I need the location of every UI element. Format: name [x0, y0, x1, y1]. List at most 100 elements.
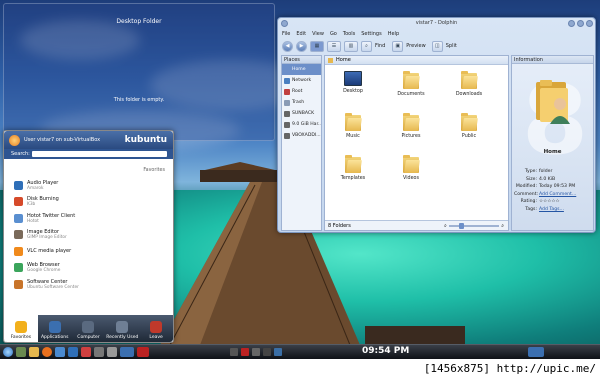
battery-icon[interactable]	[263, 348, 271, 356]
icons-view-button[interactable]: ▦	[310, 40, 324, 52]
place-item[interactable]: Root	[282, 86, 321, 97]
flag-icon[interactable]	[137, 347, 149, 357]
info-link[interactable]: Add Tags...	[539, 207, 593, 212]
file-item[interactable]: Videos	[388, 155, 434, 181]
file-item[interactable]: Pictures	[388, 113, 434, 139]
menu-go[interactable]: Go	[330, 30, 337, 38]
menu-edit[interactable]: Edit	[296, 30, 306, 38]
file-label: Public	[461, 134, 477, 139]
minimize-icon[interactable]	[577, 20, 584, 27]
find-button[interactable]: Find	[375, 43, 385, 49]
network-icon[interactable]	[230, 348, 238, 356]
tab-favorites[interactable]: Favorites	[4, 315, 38, 342]
kickoff-launcher[interactable]: User vistar7 on xub-VirtualBox kubuntu S…	[3, 130, 174, 343]
tab-favorites-label: Favorites	[10, 335, 32, 340]
favorite-item[interactable]: Hotot Twitter Client Hotot	[14, 210, 169, 227]
tab-leave[interactable]: Leave	[139, 315, 173, 342]
zoom-slider[interactable]: ⌕ ⌕	[444, 223, 504, 229]
favorite-item[interactable]: Web Browser Google Chrome	[14, 260, 169, 277]
window-thumbnail-icon[interactable]	[528, 347, 544, 357]
file-label: Downloads	[455, 92, 483, 97]
file-item[interactable]: Templates	[330, 155, 376, 181]
menu-tools[interactable]: Tools	[343, 30, 355, 38]
app-name: VLC media player	[27, 248, 72, 255]
desktop-pager-icon[interactable]	[120, 347, 134, 357]
clock-icon	[116, 321, 129, 333]
menu-help[interactable]: Help	[388, 30, 399, 38]
split-button[interactable]: Split	[446, 43, 457, 49]
place-item[interactable]: Home	[282, 64, 321, 75]
favorite-item[interactable]: Disk Burning K3b	[14, 194, 169, 211]
favorite-item[interactable]: Image Editor GIMP Image Editor	[14, 227, 169, 244]
file-view[interactable]: Home Desktop Documents Downloads Music Pictu…	[324, 55, 509, 231]
place-item[interactable]: VBOXADDI...	[282, 130, 321, 141]
details-view-button[interactable]: ☰	[327, 40, 341, 52]
tab-computer[interactable]: Computer	[72, 315, 106, 342]
file-item[interactable]: Public	[446, 113, 492, 139]
place-item[interactable]: Network	[282, 75, 321, 86]
app-icon[interactable]	[281, 20, 288, 27]
file-grid: Desktop Documents Downloads Music Pictures Pu…	[325, 68, 510, 213]
help-icon[interactable]	[568, 20, 575, 27]
back-button[interactable]: ◀	[282, 40, 293, 52]
terminal-icon[interactable]	[94, 347, 104, 357]
favorites-heading: Favorites	[143, 168, 165, 173]
desktop-folder-widget[interactable]: Desktop Folder This folder is empty.	[3, 3, 275, 141]
media-player-icon[interactable]	[68, 347, 78, 357]
info-property: Type: folder	[514, 169, 593, 174]
show-desktop-icon[interactable]	[16, 347, 26, 357]
window-titlebar[interactable]: vistar7 - Dolphin	[278, 18, 595, 29]
tab-recently-used[interactable]: Recently Used	[105, 315, 139, 342]
chrome-icon[interactable]	[81, 347, 91, 357]
menu-view[interactable]: View	[312, 30, 324, 38]
keyboard-layout-icon[interactable]	[241, 348, 249, 356]
kubuntu-logo: kubuntu	[124, 135, 167, 145]
desktop-folder-empty-text: This folder is empty.	[113, 97, 165, 103]
split-icon[interactable]: ◫	[431, 40, 443, 52]
place-item[interactable]: SUNBACK	[282, 108, 321, 119]
clock[interactable]: 09:54 PM	[362, 346, 409, 356]
zoom-out-icon[interactable]: ⌕	[444, 221, 447, 231]
search-input[interactable]	[32, 151, 167, 157]
updates-icon[interactable]	[274, 348, 282, 356]
info-property: Comment: Add Comment...	[514, 192, 593, 197]
zoom-in-icon[interactable]: ⌕	[501, 221, 504, 231]
app-description: GIMP Image Editor	[27, 235, 67, 241]
favorite-item[interactable]: Software Center Ubuntu Software Center	[14, 276, 169, 293]
menu-file[interactable]: File	[282, 30, 290, 38]
tab-applications-label: Applications	[40, 335, 69, 340]
menu-settings[interactable]: Settings	[361, 30, 382, 38]
favorites-list: Audio Player Amarok Disk Burning K3b Hotot T…	[14, 177, 169, 293]
firefox-icon[interactable]	[42, 347, 52, 357]
kickoff-menu-icon[interactable]	[3, 347, 13, 357]
kickoff-tabs: Favorites Applications Computer Recently…	[4, 315, 173, 342]
file-item[interactable]: Documents	[388, 71, 434, 97]
find-icon[interactable]: ⌕	[361, 40, 372, 52]
volume-icon[interactable]	[252, 348, 260, 356]
place-icon	[284, 110, 290, 117]
place-item[interactable]: 9.0 GiB Har...	[282, 119, 321, 130]
info-link[interactable]: Add Comment...	[539, 192, 593, 197]
preview-icon[interactable]: ▣	[392, 40, 404, 52]
columns-view-button[interactable]: ▥	[344, 40, 358, 52]
forward-button[interactable]: ▶	[296, 40, 307, 52]
tab-applications[interactable]: Applications	[38, 315, 72, 342]
app-name: Hotot Twitter Client	[27, 212, 76, 219]
thunderbird-icon[interactable]	[55, 347, 65, 357]
file-item[interactable]: Downloads	[446, 71, 492, 97]
favorite-item[interactable]: Audio Player Amarok	[14, 177, 169, 194]
place-item[interactable]: Trash	[282, 97, 321, 108]
file-item[interactable]: Music	[330, 113, 376, 139]
dolphin-window[interactable]: vistar7 - Dolphin File Edit View Go Tool…	[277, 17, 596, 233]
preview-button[interactable]: Preview	[406, 43, 425, 49]
zoom-knob[interactable]	[458, 223, 464, 229]
file-item[interactable]: Desktop	[330, 71, 376, 94]
info-title: Information	[512, 56, 593, 64]
close-icon[interactable]	[586, 20, 593, 27]
breadcrumb-home[interactable]: Home	[336, 56, 351, 65]
settings-icon[interactable]	[107, 347, 117, 357]
file-label: Videos	[403, 176, 419, 181]
favorite-item[interactable]: VLC media player	[14, 243, 169, 260]
breadcrumb[interactable]: Home	[325, 56, 508, 65]
file-manager-icon[interactable]	[29, 347, 39, 357]
